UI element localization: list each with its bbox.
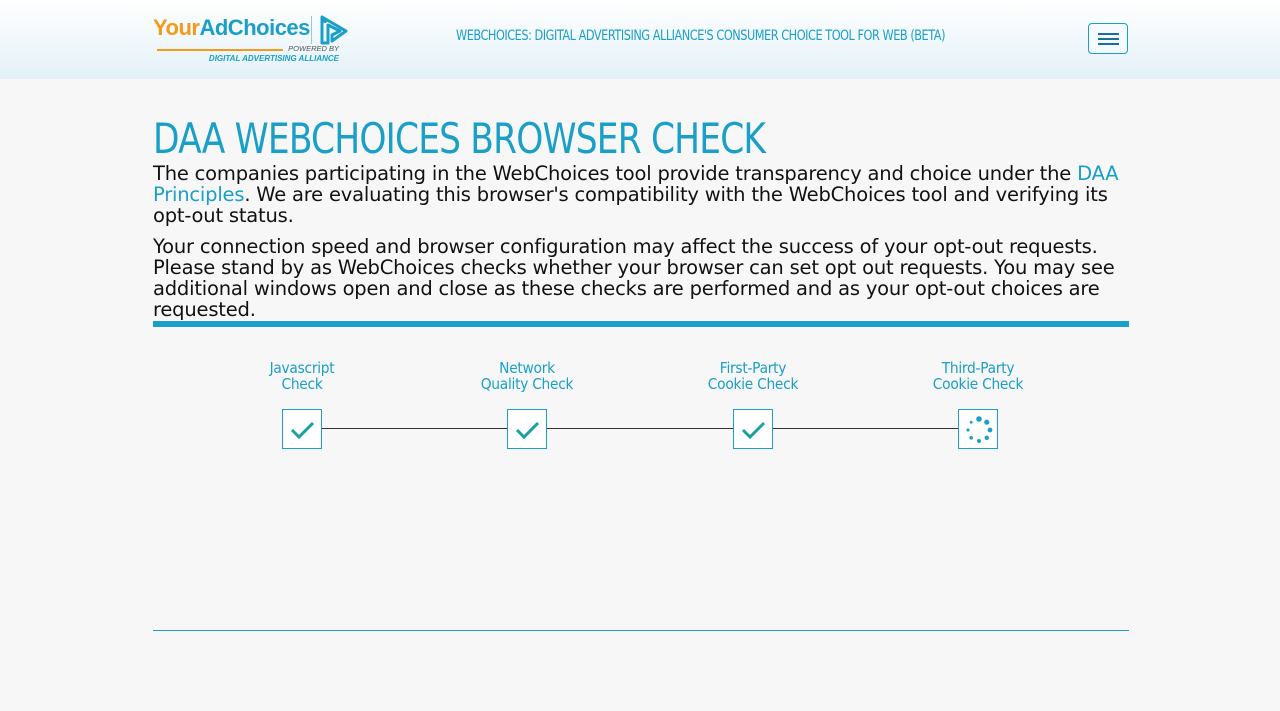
adchoices-icon [320, 15, 348, 45]
notice-text: Your connection speed and browser config… [153, 235, 1115, 321]
step-network-quality-check: Network Quality Check [437, 359, 617, 449]
step-connector [322, 428, 508, 429]
yourandchoices-logo[interactable]: YourAdChoices POWERED BY DIGITAL ADVERTI… [153, 14, 348, 66]
step-status-box [958, 409, 998, 449]
check-icon [290, 421, 315, 440]
intro-text: The companies participating in the WebCh… [153, 162, 1119, 227]
spinner-icon [966, 416, 993, 443]
page-title: DAA WEBCHOICES BROWSER CHECK [153, 114, 766, 163]
logo-powered-by: POWERED BY [288, 44, 339, 53]
step-label: First-Party Cookie Check [707, 359, 799, 393]
step-label: Third-Party Cookie Check [932, 359, 1024, 393]
step-connector [773, 428, 959, 429]
hamburger-icon [1098, 38, 1119, 40]
footer-divider [153, 630, 1129, 631]
menu-button[interactable] [1088, 23, 1128, 54]
progress-bar [153, 321, 1129, 327]
hamburger-icon [1098, 33, 1119, 35]
site-header: YourAdChoices POWERED BY DIGITAL ADVERTI… [0, 0, 1280, 79]
step-first-party-cookie-check: First-Party Cookie Check [663, 359, 843, 449]
step-label: Network Quality Check [480, 359, 574, 393]
step-status-box [507, 409, 547, 449]
header-title: WEBCHOICES: DIGITAL ADVERTISING ALLIANCE… [456, 28, 946, 44]
logo-wordmark: YourAdChoices [153, 15, 310, 40]
logo-divider [311, 16, 312, 44]
step-status-box [282, 409, 322, 449]
step-status-box [733, 409, 773, 449]
hamburger-icon [1098, 43, 1119, 45]
step-third-party-cookie-check: Third-Party Cookie Check [888, 359, 1068, 449]
step-javascript-check: Javascript Check [212, 359, 392, 449]
logo-underline [157, 49, 283, 51]
check-icon [741, 421, 766, 440]
main-content: DAA WEBCHOICES BROWSER CHECK The compani… [153, 79, 1129, 321]
logo-alliance: DIGITAL ADVERTISING ALLIANCE [208, 54, 339, 63]
check-icon [515, 421, 540, 440]
step-connector [547, 428, 734, 429]
check-steps: Javascript Check Network Quality Check Fir… [153, 360, 1129, 460]
step-label: Javascript Check [269, 359, 335, 393]
